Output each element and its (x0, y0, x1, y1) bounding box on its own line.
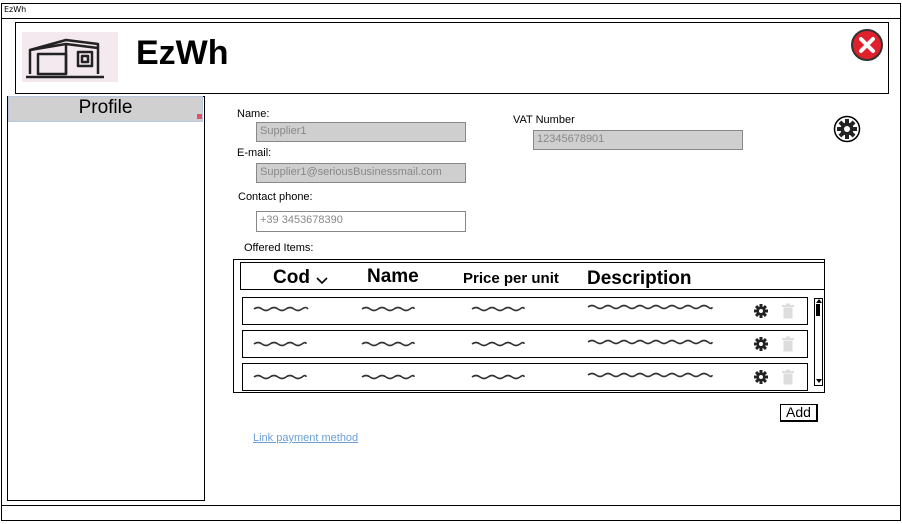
column-header-cod[interactable]: Cod (273, 267, 328, 289)
name-label: Name: (237, 108, 270, 120)
status-bar (1, 505, 901, 519)
app-name: EzWh (136, 34, 229, 72)
column-header-price[interactable]: Price per unit (463, 270, 559, 287)
gear-icon[interactable] (753, 369, 769, 385)
trash-icon[interactable] (781, 303, 795, 319)
email-field[interactable]: Supplier1@seriousBusinessmail.com (256, 163, 466, 183)
window-title: EzWh (1, 3, 901, 19)
column-header-name[interactable]: Name (367, 266, 419, 288)
placeholder-text (361, 341, 415, 347)
gear-icon[interactable] (753, 336, 769, 352)
trash-icon[interactable] (781, 336, 795, 352)
vat-field[interactable]: 12345678901 (533, 130, 743, 150)
placeholder-text (471, 374, 525, 380)
placeholder-text (253, 306, 309, 312)
warehouse-icon (22, 32, 118, 82)
vat-label: VAT Number (513, 114, 575, 126)
scroll-down-icon[interactable] (816, 379, 822, 386)
placeholder-text (587, 339, 713, 345)
placeholder-text (253, 341, 307, 347)
table-row[interactable] (242, 297, 808, 325)
settings-button[interactable] (833, 115, 861, 143)
email-label: E-mail: (237, 147, 272, 159)
table-row[interactable] (242, 363, 808, 391)
placeholder-text (253, 374, 307, 380)
link-payment-method-link[interactable]: Link payment method (253, 432, 358, 444)
placeholder-text (361, 306, 415, 312)
name-field[interactable]: Supplier1 (256, 122, 466, 142)
column-label-cod: Cod (273, 267, 310, 288)
gear-icon[interactable] (753, 303, 769, 319)
phone-label: Contact phone: (238, 191, 313, 203)
phone-field[interactable]: +39 3453678390 (256, 211, 466, 232)
selection-marker (197, 114, 202, 119)
table-header: Cod Name Price per unit Description (240, 262, 825, 290)
trash-icon[interactable] (781, 369, 795, 385)
scroll-up-icon[interactable] (816, 298, 822, 305)
close-icon (859, 37, 875, 53)
placeholder-text (587, 372, 713, 378)
placeholder-text (587, 304, 713, 310)
chevron-down-icon (316, 276, 328, 284)
placeholder-text (471, 306, 525, 312)
table-row[interactable] (242, 330, 808, 358)
sidebar (7, 96, 205, 501)
close-button[interactable] (851, 29, 883, 61)
sidebar-item-profile[interactable]: Profile (8, 96, 203, 122)
scrollbar-thumb[interactable] (816, 304, 820, 316)
placeholder-text (361, 374, 415, 380)
column-header-description[interactable]: Description (587, 268, 692, 290)
add-button[interactable]: Add (780, 404, 818, 422)
gear-icon (833, 115, 861, 143)
offered-items-label: Offered Items: (244, 242, 314, 254)
placeholder-text (471, 341, 525, 347)
